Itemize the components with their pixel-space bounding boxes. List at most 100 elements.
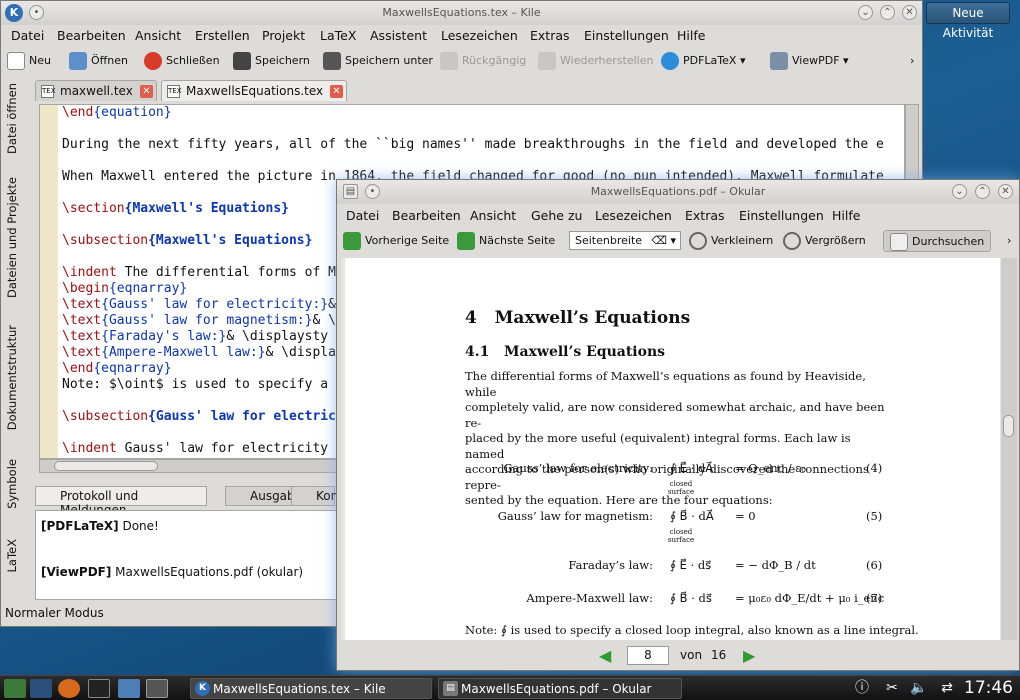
redo-button[interactable]: Wiederherstellen [538,50,653,72]
info-icon[interactable]: ⓘ [853,680,871,697]
minimize-icon[interactable]: ⌄ [858,5,873,20]
pdflatex-button[interactable]: PDFLaTeX ▾ [661,50,745,72]
menu-extras[interactable]: Extras [685,208,725,223]
task-kile[interactable]: K MaxwellsEquations.tex – Kile [190,678,432,699]
new-activity-button[interactable]: Neue Aktivität [926,2,1010,40]
tab-log-messages[interactable]: Protokoll und Meldungen [35,486,207,517]
side-tab-open-file[interactable]: Datei öffnen [5,83,19,154]
okular-toolbar: Vorherige Seite Nächste Seite Seitenbrei… [337,226,1019,256]
toolbar-more-button[interactable]: › [1007,230,1011,252]
taskbar: K MaxwellsEquations.tex – Kile ▤ MaxwellsE… [0,675,1020,700]
save-as-icon [323,52,341,70]
previous-page-icon [343,232,361,250]
volume-icon[interactable]: 🔈 [910,680,928,697]
terminal-icon[interactable] [88,679,110,698]
network-icon[interactable]: ⇄ [938,680,956,697]
next-page-button[interactable]: Nächste Seite [457,230,555,252]
okular-app-icon: ▤ [443,681,458,696]
save-as-button[interactable]: Speichern unter [323,50,433,72]
okular-titlebar[interactable]: ▤ • MaxwellsEquations.pdf – Okular ⌄ ⌃ ✕ [337,180,1019,204]
side-tab-document-structure[interactable]: Dokumentstruktur [5,325,19,430]
menu-einstellungen[interactable]: Einstellungen [584,28,669,43]
clock[interactable]: 17:46 [964,678,1013,698]
page-of-label: von [680,648,703,662]
code-line[interactable]: \end{equation} [62,105,884,121]
menu-assistent[interactable]: Assistent [370,28,427,43]
previous-page-button[interactable]: Vorherige Seite [343,230,449,252]
close-button[interactable]: Schließen [144,50,220,72]
open-button[interactable]: Öffnen [69,50,128,72]
side-tab-symbols[interactable]: Symbole [5,459,19,509]
page-number-input[interactable]: 8 [627,646,669,665]
menu-einstellungen[interactable]: Einstellungen [739,208,824,223]
menu-hilfe[interactable]: Hilfe [677,28,705,43]
scrollbar-thumb[interactable] [1003,415,1014,437]
status-bar-mode: Normaler Modus [5,606,104,620]
tab-maxwell-tex[interactable]: TEX maxwell.tex ✕ [35,80,157,101]
zoom-out-button[interactable]: Verkleinern [689,230,773,252]
code-line[interactable] [62,121,884,137]
zoom-out-icon [689,232,707,250]
undo-icon [440,52,458,70]
minimize-icon[interactable]: ⌄ [952,184,967,199]
zoom-mode-select[interactable]: Seitenbreite ⌫ ▾ [569,231,681,250]
task-okular[interactable]: ▤ MaxwellsEquations.pdf – Okular [438,678,682,699]
maximize-icon[interactable]: ⌃ [975,184,990,199]
document-vertical-scrollbar[interactable] [1001,258,1017,640]
log-pane[interactable]: [PDFLaTeX] Done! [ViewPDF] MaxwellsEquat… [35,510,337,600]
menu-extras[interactable]: Extras [530,28,570,43]
maximize-icon[interactable]: ⌃ [880,5,895,20]
code-line[interactable]: During the next fifty years, all of the … [62,137,884,153]
previous-page-arrow-icon[interactable]: ◀ [599,646,611,665]
side-tab-files-projects[interactable]: Dateien und Projekte [5,177,19,298]
tex-file-icon: TEX [41,85,56,98]
clipboard-icon[interactable]: ✂ [883,680,901,697]
next-page-icon [457,232,475,250]
editor-gutter[interactable] [40,105,58,458]
menu-bearbeiten[interactable]: Bearbeiten [57,28,126,43]
document-view[interactable]: 4 Maxwell’s Equations 4.1 Maxwell’s Equa… [341,258,1001,640]
tab-console[interactable]: Kon [291,486,338,506]
kile-window-title: MaxwellsEquations.tex – Kile [382,6,541,19]
pager-icon[interactable] [146,679,168,698]
menu-lesezeichen[interactable]: Lesezeichen [441,28,518,43]
code-line[interactable] [62,153,884,169]
kile-titlebar[interactable]: K • MaxwellsEquations.tex – Kile ⌄ ⌃ ✕ [1,1,922,25]
desktop-icon[interactable] [30,679,52,698]
toolbar-more-button[interactable]: › [910,50,914,72]
menu-hilfe[interactable]: Hilfe [832,208,860,223]
file-manager-icon[interactable] [118,679,140,698]
menu-gehe-zu[interactable]: Gehe zu [531,208,582,223]
close-tab-icon[interactable]: ✕ [330,85,343,98]
close-window-icon[interactable]: ✕ [998,184,1013,199]
tab-maxwellsequations-tex[interactable]: TEX MaxwellsEquations.tex ✕ [161,80,347,101]
scrollbar-thumb[interactable] [54,461,158,471]
close-window-icon[interactable]: ✕ [902,5,917,20]
menu-erstellen[interactable]: Erstellen [195,28,250,43]
kile-menubar: Datei Bearbeiten Ansicht Erstellen Proje… [1,26,922,46]
firefox-icon[interactable] [58,679,80,698]
menu-lesezeichen[interactable]: Lesezeichen [595,208,672,223]
menu-projekt[interactable]: Projekt [262,28,305,43]
log-entry: [ViewPDF] MaxwellsEquations.pdf (okular) [41,565,304,579]
zoom-in-button[interactable]: Vergrößern [783,230,866,252]
menu-datei[interactable]: Datei [11,28,44,43]
menu-datei[interactable]: Datei [346,208,379,223]
okular-menubar: Datei Bearbeiten Ansicht Gehe zu Lesezei… [337,206,1019,226]
new-button[interactable]: Neu [7,50,51,72]
close-icon [144,52,162,70]
viewpdf-button[interactable]: ViewPDF ▾ [770,50,849,72]
browse-tool-button[interactable]: Durchsuchen [883,230,992,252]
kde-menu-icon[interactable] [4,679,26,698]
menu-ansicht[interactable]: Ansicht [470,208,516,223]
close-tab-icon[interactable]: ✕ [140,85,153,98]
viewpdf-icon [770,52,788,70]
undo-button[interactable]: Rückgängig [440,50,526,72]
menu-bearbeiten[interactable]: Bearbeiten [392,208,461,223]
menu-ansicht[interactable]: Ansicht [135,28,181,43]
side-tab-latex[interactable]: LaTeX [5,539,19,572]
menu-latex[interactable]: LaTeX [320,28,356,43]
next-page-arrow-icon[interactable]: ▶ [743,646,755,665]
save-button[interactable]: Speichern [233,50,310,72]
okular-window: ▤ • MaxwellsEquations.pdf – Okular ⌄ ⌃ ✕… [336,179,1020,671]
